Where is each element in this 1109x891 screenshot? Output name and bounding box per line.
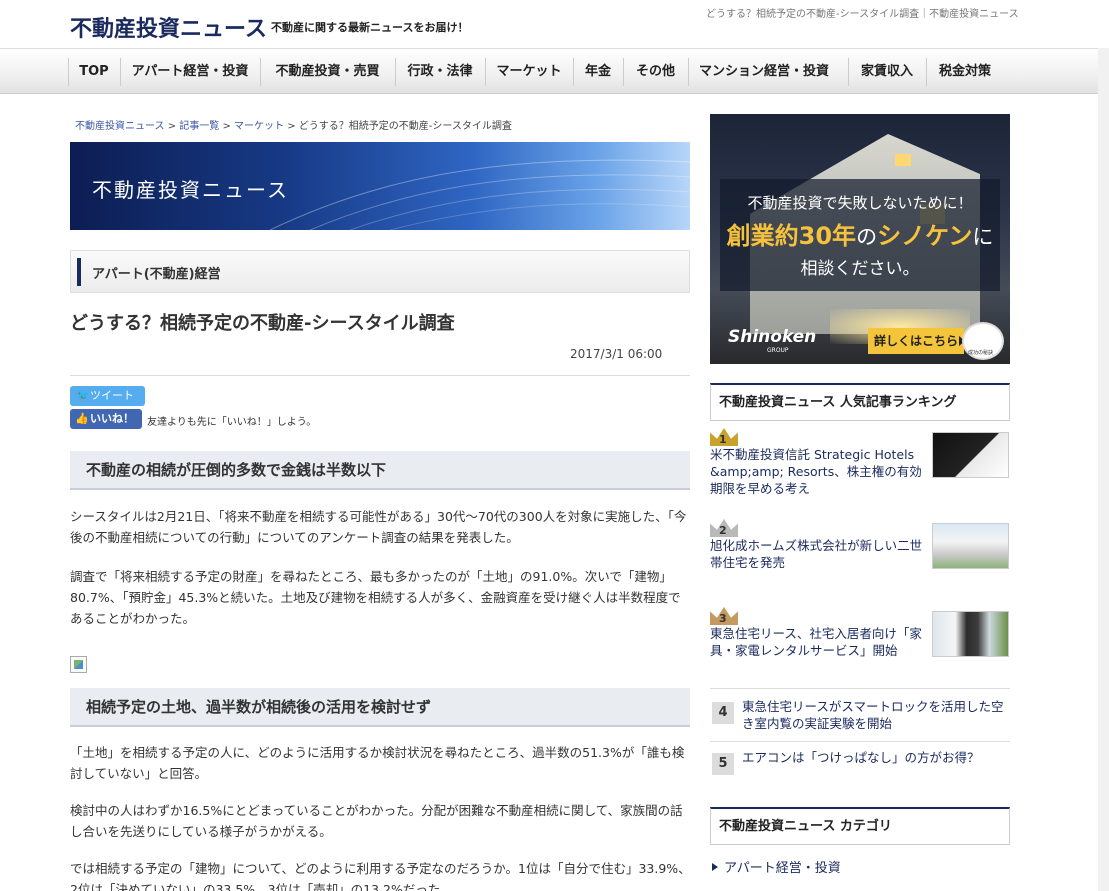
- rank-number: 2: [719, 524, 727, 537]
- article-category-box: アパート(不動産)経営: [70, 250, 690, 293]
- breadcrumb-section[interactable]: マーケット: [234, 121, 284, 132]
- site-header: 不動産投資ニュース 不動産に関する最新ニュースをお届け！ どうする？相続予定の不…: [0, 0, 1109, 48]
- broken-image-icon: [70, 656, 87, 673]
- breadcrumb-sep: >: [222, 121, 231, 132]
- ranking-item[interactable]: 4 東急住宅リースがスマートロックを活用した空き室内覧の実証実験を開始: [710, 698, 1010, 738]
- article-title: どうする？相続予定の不動産-シースタイル調査: [70, 313, 455, 334]
- like-prompt: 友達よりも先に「いいね！」しよう。: [147, 417, 317, 428]
- section-heading: 不動産の相続が圧倒的多数で金銭は半数以下: [70, 451, 690, 490]
- article-paragraph: では相続する予定の「建物」について、どのように利用する予定なのだろうか。1位は「…: [70, 861, 691, 891]
- category-link[interactable]: アパート経営・投資: [712, 857, 841, 876]
- nav-item-mansion[interactable]: マンション経営・投資: [689, 49, 839, 95]
- ad-slogan-part: シノケン: [877, 222, 973, 250]
- article-paragraph: 「土地」を相続する予定の人に、どのように活用するか検討状況を尋ねたところ、過半数…: [70, 745, 685, 781]
- ranking-item-title[interactable]: エアコンは「つけっぱなし」の方がお得？: [742, 749, 1007, 766]
- breadcrumb-sep: >: [287, 121, 296, 132]
- ad-book-badge: 成功の秘訣: [962, 322, 1004, 360]
- article-paragraph: 調査で「将来相続する予定の財産」を尋ねたところ、最も多かったのが「土地」の91.…: [70, 569, 681, 626]
- rank-number: 5: [712, 753, 734, 775]
- ranking-item[interactable]: 2 旭化成ホームズ株式会社が新しい二世帯住宅を発売: [710, 519, 1010, 579]
- nav-item-pension[interactable]: 年金: [574, 49, 622, 95]
- category-accent-bar: [77, 258, 81, 286]
- nav-item-other[interactable]: その他: [624, 49, 687, 95]
- ranking-thumbnail[interactable]: [932, 611, 1009, 657]
- rank-number: 3: [719, 612, 727, 625]
- ad-badge-label: 成功の秘訣: [968, 350, 994, 356]
- category-heading: 不動産投資ニュース カテゴリ: [710, 807, 1010, 845]
- scrollbar[interactable]: [1098, 48, 1109, 891]
- nav-item-top[interactable]: TOP: [69, 49, 119, 95]
- nav-item-apartment[interactable]: アパート経営・投資: [121, 49, 259, 95]
- like-button[interactable]: 👍 いいね！: [70, 409, 142, 429]
- crown-icon: 3: [710, 607, 738, 625]
- global-nav: TOP アパート経営・投資 不動産投資・売買 行政・法律 マーケット 年金 その…: [0, 48, 1109, 94]
- tweet-button[interactable]: 🐦 ツイート: [70, 386, 145, 406]
- divider: [710, 688, 1010, 689]
- nav-item-tax[interactable]: 税金対策: [927, 49, 1003, 95]
- breadcrumb: 不動産投資ニュース > 記事一覧 > マーケット > どうする？相続予定の不動産…: [75, 117, 512, 132]
- ranking-item-title[interactable]: 米不動産投資信託 Strategic Hotels &amp;amp; Reso…: [710, 446, 925, 497]
- thumbs-up-icon: 👍: [75, 412, 89, 425]
- rank-number: 1: [719, 433, 727, 446]
- ad-slogan: 創業約30年のシノケンに: [710, 216, 1010, 251]
- ad-window: [895, 154, 911, 166]
- crown-icon: 1: [710, 428, 738, 446]
- breadcrumb-current: どうする？相続予定の不動産-シースタイル調査: [298, 121, 512, 132]
- ad-details-button[interactable]: 詳しくはこちら: [868, 328, 964, 354]
- divider: [70, 375, 690, 376]
- crown-icon: 2: [710, 519, 738, 537]
- ad-slogan-part: の: [856, 225, 878, 249]
- site-logo[interactable]: 不動産投資ニュース: [70, 11, 267, 43]
- ranking-item[interactable]: 1 米不動産投資信託 Strategic Hotels &amp;amp; Re…: [710, 428, 1010, 498]
- ranking-item[interactable]: 3 東急住宅リース、社宅入居者向け「家具・家電レンタルサービス」開始: [710, 607, 1010, 679]
- article-category: アパート(不動産)経営: [92, 267, 221, 282]
- ad-subline: 相談ください。: [800, 259, 920, 279]
- twitter-bird-icon: 🐦: [76, 389, 90, 402]
- breadcrumb-home[interactable]: 不動産投資ニュース: [75, 121, 165, 132]
- ranking-thumbnail[interactable]: [932, 523, 1009, 569]
- nav-item-market[interactable]: マーケット: [486, 49, 572, 95]
- ad-slogan-part: に: [972, 225, 994, 249]
- divider: [710, 741, 1010, 742]
- ad-slogan-part: 30年: [798, 222, 857, 250]
- shinoken-logo: Shinoken: [728, 327, 817, 347]
- triangle-right-icon: [712, 863, 718, 871]
- nav-item-rent-income[interactable]: 家賃収入: [849, 49, 925, 95]
- site-tagline: 不動産に関する最新ニュースをお届け！: [271, 21, 469, 34]
- category-link-label: アパート経営・投資: [724, 861, 841, 876]
- ad-slogan-part: 創業約: [726, 222, 799, 250]
- article-date: 2017/3/1 06:00: [570, 347, 663, 361]
- ad-headline: 不動産投資で失敗しないために！: [747, 194, 973, 212]
- nav-item-investment-trading[interactable]: 不動産投資・売買: [261, 49, 394, 95]
- ranking-item-title[interactable]: 旭化成ホームズ株式会社が新しい二世帯住宅を発売: [710, 537, 925, 571]
- ranking-thumbnail[interactable]: [932, 432, 1009, 478]
- shinoken-logo-sub: GROUP: [767, 347, 789, 354]
- page-title-note: どうする？相続予定の不動産-シースタイル調査｜不動産投資ニュース: [706, 9, 1019, 20]
- banner-title: 不動産投資ニュース: [92, 178, 289, 202]
- rank-number: 4: [712, 702, 734, 724]
- ranking-item-title[interactable]: 東急住宅リースがスマートロックを活用した空き室内覧の実証実験を開始: [742, 698, 1007, 732]
- ranking-heading: 不動産投資ニュース 人気記事ランキング: [710, 383, 1010, 421]
- section-heading: 相続予定の土地、過半数が相続後の活用を検討せず: [70, 688, 690, 727]
- nav-item-admin-law[interactable]: 行政・法律: [396, 49, 484, 95]
- ranking-item-title[interactable]: 東急住宅リース、社宅入居者向け「家具・家電レンタルサービス」開始: [710, 625, 925, 659]
- ranking-item[interactable]: 5 エアコンは「つけっぱなし」の方がお得？: [710, 749, 1010, 789]
- site-banner: 不動産投資ニュース: [70, 142, 690, 230]
- breadcrumb-sep: >: [167, 121, 177, 132]
- like-label: いいね！: [90, 412, 134, 425]
- article-paragraph: シースタイルは2月21日、「将来不動産を相続する可能性がある」30代〜70代の3…: [70, 509, 687, 545]
- tweet-label: ツイート: [90, 389, 134, 402]
- shinoken-ad-banner[interactable]: 不動産投資で失敗しないために！ 創業約30年のシノケンに 相談ください。 Shi…: [710, 114, 1010, 364]
- breadcrumb-list[interactable]: 記事一覧: [179, 121, 219, 132]
- article-paragraph: 検討中の人はわずか16.5%にとどまっていることがわかった。分配が困難な不動産相…: [70, 803, 683, 839]
